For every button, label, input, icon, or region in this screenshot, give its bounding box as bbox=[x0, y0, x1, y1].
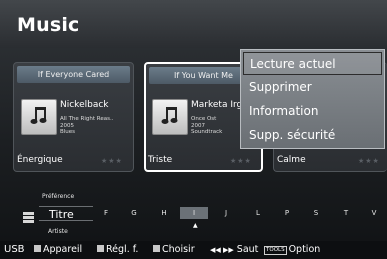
appareil-hint[interactable]: Appareil bbox=[34, 241, 82, 259]
album-art bbox=[21, 99, 57, 135]
mood-label: Énergique bbox=[17, 155, 63, 165]
jump-letter[interactable]: F bbox=[92, 207, 120, 219]
artist-name: Marketa Irg bbox=[191, 100, 243, 110]
tools-button-icon: TOOLS bbox=[264, 246, 287, 255]
yellow-button-icon bbox=[153, 245, 160, 252]
jump-letter[interactable]: J bbox=[212, 207, 240, 219]
track-card-1[interactable]: If Everyone Cared Nickelback All The Rig… bbox=[13, 62, 134, 172]
album-art bbox=[152, 99, 188, 135]
mood-label: Triste bbox=[148, 155, 173, 165]
rating-stars: ★★★ bbox=[358, 157, 380, 165]
jump-letter[interactable]: T bbox=[332, 207, 360, 219]
genre: Soundtrack bbox=[191, 129, 223, 135]
jump-letter[interactable]: S bbox=[302, 207, 330, 219]
bottom-help-bar: USB Appareil Régl. f. Choisir ◀◀ ▶▶ Saut… bbox=[0, 241, 387, 259]
jump-letter[interactable]: P bbox=[273, 207, 301, 219]
regl-f-hint[interactable]: Régl. f. bbox=[97, 241, 138, 259]
saut-hint[interactable]: ◀◀ ▶▶ Saut bbox=[210, 241, 258, 259]
green-button-icon bbox=[97, 245, 104, 252]
jump-letter-selected[interactable]: I bbox=[180, 207, 208, 219]
red-button-icon bbox=[34, 245, 41, 252]
jump-letter[interactable]: L bbox=[244, 207, 272, 219]
menu-item-information[interactable]: Information bbox=[243, 100, 382, 123]
mood-label: Calme bbox=[277, 155, 306, 165]
rating-stars: ★★★ bbox=[230, 157, 252, 165]
choisir-hint[interactable]: Choisir bbox=[153, 241, 195, 259]
option-hint[interactable]: TOOLS Option bbox=[264, 241, 320, 259]
sort-option-below[interactable]: Artiste bbox=[48, 228, 68, 235]
source-label: USB bbox=[4, 244, 25, 255]
menu-item-supprimer[interactable]: Supprimer bbox=[243, 76, 382, 99]
menu-item-lecture-actuel[interactable]: Lecture actuel bbox=[243, 52, 382, 75]
context-menu: Lecture actuel Supprimer Information Sup… bbox=[240, 49, 385, 149]
up-arrow-icon: ▲ bbox=[193, 222, 198, 229]
track-title: If Everyone Cared bbox=[17, 66, 130, 83]
sort-option-above[interactable]: Préférence bbox=[42, 193, 74, 200]
artist-name: Nickelback bbox=[60, 100, 109, 110]
music-note-icon bbox=[30, 107, 47, 124]
jump-letter[interactable]: H bbox=[150, 207, 178, 219]
menu-item-supp-securite[interactable]: Supp. sécurité bbox=[243, 124, 382, 147]
jump-letter[interactable]: V bbox=[360, 207, 387, 219]
jump-letter[interactable]: G bbox=[120, 207, 148, 219]
genre: Blues bbox=[60, 129, 76, 135]
rating-stars: ★★★ bbox=[101, 157, 123, 165]
sort-mode-current[interactable]: Titre bbox=[39, 206, 93, 221]
skip-icon: ◀◀ ▶▶ bbox=[210, 246, 234, 254]
music-note-icon bbox=[161, 107, 178, 124]
list-bars-icon bbox=[23, 208, 34, 223]
page-title: Music bbox=[17, 14, 80, 36]
